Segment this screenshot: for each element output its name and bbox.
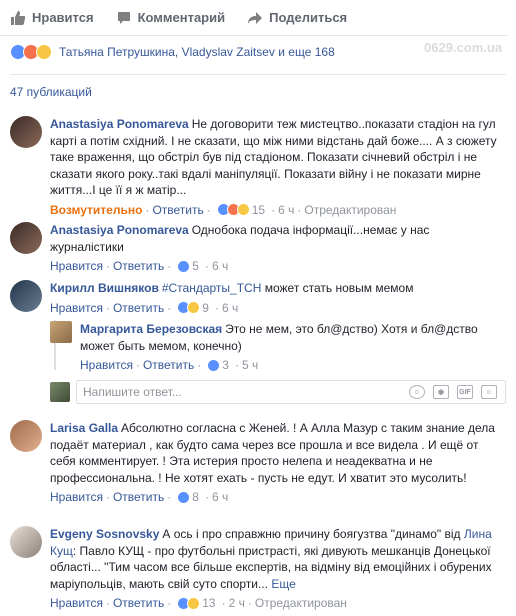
reaction-status-link[interactable]: Возмутительно: [50, 203, 142, 217]
timestamp[interactable]: 6 ч: [278, 203, 294, 217]
hashtag-link[interactable]: #Стандарты_ТСН: [162, 281, 262, 295]
avatar[interactable]: [10, 116, 42, 148]
reply-input[interactable]: Напишите ответ... ☺ ◉ GIF ☺: [76, 380, 506, 404]
comment-meta: Нравится · Ответить · 5 · 6 ч: [50, 259, 229, 273]
comment-author[interactable]: Anastasiya Ponomareva: [50, 223, 189, 237]
comment-author[interactable]: Larisa Galla: [50, 421, 118, 435]
reaction-icons: [10, 44, 52, 60]
comment-author[interactable]: Кирилл Вишняков: [50, 281, 159, 295]
comment-author[interactable]: Anastasiya Ponomareva: [50, 117, 189, 131]
comment-meta: Нравится · Ответить · 13 · 2 ч · Отредак…: [50, 596, 347, 610]
like-link[interactable]: Нравится: [50, 490, 103, 504]
reaction-count: 8: [192, 490, 199, 504]
comment-item: Anastasiya Ponomareva Однобока подача інф…: [10, 222, 506, 273]
timestamp[interactable]: 5 ч: [242, 358, 258, 372]
site-watermark: 0629.com.ua: [424, 40, 503, 55]
reply-comment-item: Маргарита Березовская Это не мем, это бл@…: [50, 321, 506, 372]
reply-link[interactable]: Ответить: [113, 259, 164, 273]
comment-body: Маргарита Березовская Это не мем, это бл@…: [80, 321, 498, 354]
comment-body: Evgeny Sosnovsky А ось і про справжню при…: [50, 526, 506, 592]
avatar[interactable]: [10, 280, 42, 312]
reply-link[interactable]: Ответить: [113, 596, 164, 610]
share-action-button[interactable]: Поделиться: [247, 10, 347, 26]
comment-item: Evgeny Sosnovsky А ось і про справжню при…: [10, 526, 506, 610]
edited-label[interactable]: Отредактирован: [304, 203, 396, 217]
reply-placeholder: Напишите ответ...: [83, 385, 182, 399]
avatar[interactable]: [10, 222, 42, 254]
reply-tools: ☺ ◉ GIF ☺: [401, 385, 497, 399]
share-action-label: Поделиться: [269, 10, 348, 25]
comment-meta: Нравится · Ответить · 8 · 6 ч: [50, 490, 229, 504]
timestamp[interactable]: 6 ч: [212, 259, 228, 273]
comment-action-label: Комментарий: [137, 10, 226, 25]
wow-reaction-icon: [236, 203, 250, 216]
comment-body: Кирилл Вишняков #Стандарты_ТСН может стат…: [50, 280, 506, 297]
reactors-text[interactable]: Татьяна Петрушкина, Vladyslav Zaitsev и …: [59, 45, 335, 59]
comment-meta: Нравится · Ответить · 3 · 5 ч: [80, 358, 259, 372]
reaction-badge[interactable]: 15: [216, 202, 266, 217]
like-link[interactable]: Нравится: [50, 301, 103, 315]
avatar[interactable]: [10, 526, 42, 558]
reaction-count: 13: [202, 596, 216, 610]
comment-author[interactable]: Evgeny Sosnovsky: [50, 527, 159, 541]
timestamp[interactable]: 6 ч: [222, 301, 238, 315]
sticker-icon[interactable]: ☺: [481, 385, 497, 399]
reply-link[interactable]: Ответить: [152, 203, 203, 217]
see-more-link[interactable]: Еще: [271, 577, 295, 591]
reaction-badge[interactable]: 13: [177, 596, 216, 610]
reactions-summary[interactable]: Татьяна Петрушкина, Vladyslav Zaitsev и …: [10, 44, 335, 60]
reaction-count: 3: [222, 358, 229, 372]
reaction-count: 15: [251, 202, 266, 217]
publication-count-link[interactable]: 47 публикаций: [10, 85, 92, 99]
current-user-avatar: [50, 382, 70, 402]
like-action-button[interactable]: Нравится: [10, 10, 94, 26]
reply-link[interactable]: Ответить: [113, 301, 164, 315]
like-reaction-icon: [177, 259, 191, 273]
like-reaction-icon: [177, 490, 191, 504]
reaction-count: 9: [202, 300, 209, 315]
divider: [10, 74, 506, 75]
comment-text: А ось і про справжню причину боягузтва "…: [162, 527, 464, 541]
reaction-badge[interactable]: 9: [177, 301, 209, 315]
timestamp[interactable]: 6 ч: [212, 490, 228, 504]
reaction-count: 5: [192, 259, 199, 273]
comment-bubble-icon: [117, 11, 130, 24]
comment-meta: Возмутительно · Ответить · 15 · 6 ч · От…: [50, 202, 397, 217]
like-reaction-icon: [207, 358, 221, 372]
edited-label[interactable]: Отредактирован: [255, 596, 347, 610]
comment-item: Anastasiya Ponomareva Не договорити теж м…: [10, 116, 506, 217]
reply-link[interactable]: Ответить: [113, 490, 164, 504]
reply-link[interactable]: Ответить: [143, 358, 194, 372]
comment-item: Larisa Galla Абсолютно согласна с Женей. …: [10, 420, 506, 504]
comment-body: Anastasiya Ponomareva Однобока подача інф…: [50, 222, 506, 255]
timestamp[interactable]: 2 ч: [229, 596, 245, 610]
comment-body: Anastasiya Ponomareva Не договорити теж м…: [50, 116, 506, 199]
comment-item: Кирилл Вишняков #Стандарты_ТСН может стат…: [10, 280, 506, 315]
like-link[interactable]: Нравится: [50, 259, 103, 273]
reaction-badge[interactable]: 3: [207, 358, 229, 372]
like-link[interactable]: Нравится: [50, 596, 103, 610]
comment-body: Larisa Galla Абсолютно согласна с Женей. …: [50, 420, 506, 486]
like-action-label: Нравится: [32, 10, 94, 25]
haha-reaction-icon: [187, 301, 201, 314]
gif-icon[interactable]: GIF: [457, 385, 473, 399]
share-arrow-icon: [248, 11, 263, 24]
emoji-icon[interactable]: ☺: [409, 385, 425, 399]
reaction-badge[interactable]: 8: [177, 490, 199, 504]
avatar[interactable]: [50, 321, 72, 343]
comment-text: может стать новым мемом: [261, 281, 414, 295]
avatar[interactable]: [10, 420, 42, 452]
like-link[interactable]: Нравится: [80, 358, 133, 372]
sad-reaction-icon: [36, 44, 52, 60]
thumbs-up-icon: [11, 10, 26, 25]
comment-action-button[interactable]: Комментарий: [116, 10, 226, 26]
camera-icon[interactable]: ◉: [433, 385, 449, 399]
comment-meta: Нравится · Ответить · 9 · 6 ч: [50, 300, 239, 315]
reply-composer: Напишите ответ... ☺ ◉ GIF ☺: [50, 380, 506, 404]
reaction-badge[interactable]: 5: [177, 259, 199, 273]
post-actions-bar: Нравится Комментарий Поделиться: [0, 0, 508, 36]
comment-author[interactable]: Маргарита Березовская: [80, 322, 222, 336]
wow-reaction-icon: [187, 596, 201, 610]
